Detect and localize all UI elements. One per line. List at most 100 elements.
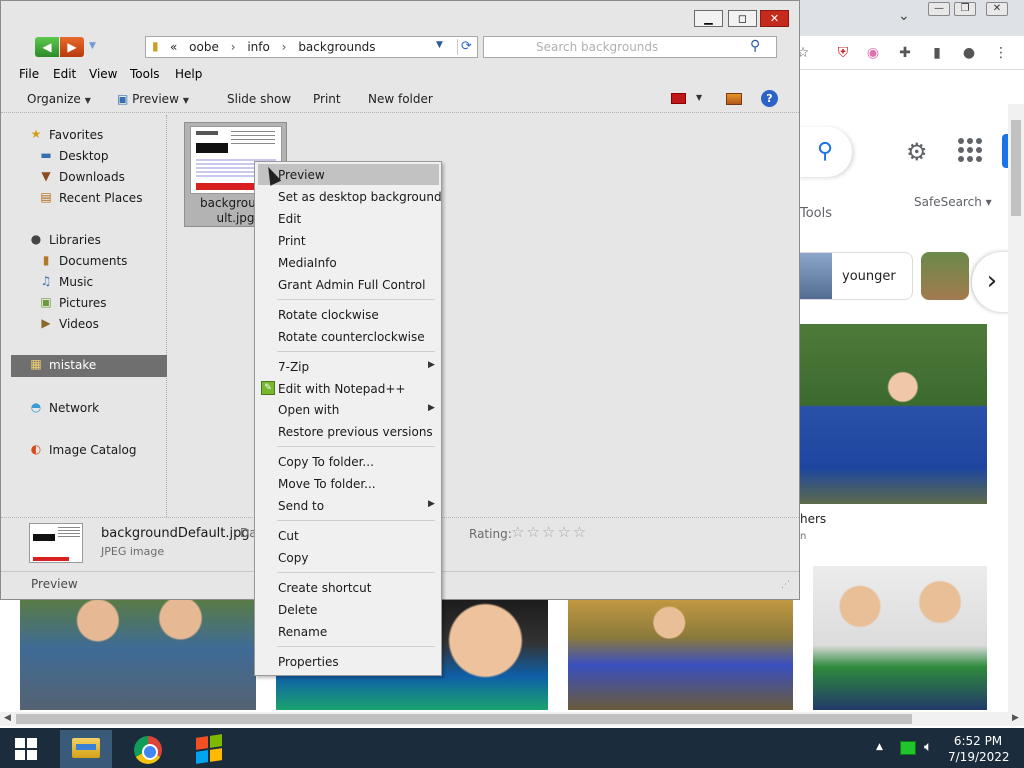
scroll-right-arrow-icon[interactable]: ▶ xyxy=(1012,713,1019,723)
nav-image-catalog[interactable]: ◐ Image Catalog xyxy=(11,440,166,460)
menu-item-create-shortcut[interactable]: Create shortcut xyxy=(258,577,439,598)
menu-item-rename[interactable]: Rename xyxy=(258,621,439,642)
menu-item-7zip[interactable]: 7-Zip ▶ xyxy=(258,356,439,377)
search-icon[interactable]: ⚲ xyxy=(750,38,760,54)
image-result[interactable] xyxy=(800,324,987,504)
show-hidden-icons-icon[interactable]: ▲ xyxy=(876,742,883,752)
profile-avatar-icon[interactable]: ● xyxy=(960,44,978,62)
chrome-menu-icon[interactable]: ⋮ xyxy=(992,44,1010,62)
chrome-minimize-button[interactable]: — xyxy=(928,2,950,16)
menu-item-restore-previous-versions[interactable]: Restore previous versions xyxy=(258,421,439,442)
view-dropdown-icon[interactable]: ▼ xyxy=(696,93,702,102)
menu-item-grant-admin[interactable]: Grant Admin Full Control xyxy=(258,274,439,295)
breadcrumb-oobe[interactable]: oobe xyxy=(189,40,219,54)
menu-item-rotate-clockwise[interactable]: Rotate clockwise xyxy=(258,304,439,325)
address-dropdown-icon[interactable]: ▼ xyxy=(436,40,443,50)
google-tools-link[interactable]: Tools xyxy=(800,206,832,221)
menu-tools[interactable]: Tools xyxy=(130,67,160,81)
menu-item-edit[interactable]: Edit xyxy=(258,208,439,229)
extension-shield-icon[interactable]: ⛨ xyxy=(834,44,852,62)
breadcrumb-overflow[interactable]: « xyxy=(170,40,177,54)
recent-pages-icon[interactable]: ▼ xyxy=(89,41,96,51)
related-search-chip[interactable]: younger xyxy=(800,252,913,300)
maximize-button[interactable]: ◻ xyxy=(728,10,757,27)
extensions-puzzle-icon[interactable]: ✚ xyxy=(896,44,914,62)
nav-pictures[interactable]: ▣ Pictures xyxy=(11,293,166,313)
scrollbar-thumb[interactable] xyxy=(16,714,912,724)
nav-homegroup[interactable]: ▦ mistake xyxy=(11,355,167,377)
chrome-maximize-button[interactable]: ❐ xyxy=(954,2,976,16)
menu-item-preview[interactable]: Preview xyxy=(258,164,439,185)
taskbar-chrome[interactable] xyxy=(122,730,174,768)
menu-edit[interactable]: Edit xyxy=(53,67,76,81)
start-button[interactable] xyxy=(15,738,37,760)
menu-item-properties[interactable]: Properties xyxy=(258,651,439,672)
refresh-icon[interactable]: ⟳ xyxy=(457,39,475,55)
taskbar-windows-app[interactable] xyxy=(184,730,236,768)
google-search-icon[interactable]: ⚲ xyxy=(798,127,852,177)
network-status-icon[interactable] xyxy=(900,741,916,755)
menu-item-move-to-folder[interactable]: Move To folder... xyxy=(258,473,439,494)
page-horizontal-scrollbar[interactable]: ◀ ▶ xyxy=(0,712,1024,726)
organize-button[interactable]: Organize ▼ xyxy=(27,92,91,106)
resize-grip-icon[interactable]: ⋰ xyxy=(781,580,790,590)
close-button[interactable]: ✕ xyxy=(760,10,789,27)
menu-item-send-to[interactable]: Send to ▶ xyxy=(258,495,439,516)
nav-libraries[interactable]: ● Libraries xyxy=(11,230,166,250)
search-box[interactable]: ⚲ xyxy=(483,36,777,58)
tab-search-chevron-icon[interactable]: ⌄ xyxy=(898,8,910,24)
side-panel-icon[interactable]: ▮ xyxy=(928,44,946,62)
menu-item-edit-notepad[interactable]: ✎ Edit with Notepad++ xyxy=(258,378,439,399)
breadcrumb-info[interactable]: info xyxy=(247,40,270,54)
back-arrow-icon[interactable]: ◀ xyxy=(35,37,59,57)
breadcrumb-backgrounds[interactable]: backgrounds xyxy=(298,40,375,54)
menu-item-mediainfo[interactable]: MediaInfo xyxy=(258,252,439,273)
nav-network[interactable]: ◓ Network xyxy=(11,398,166,418)
safesearch-dropdown[interactable]: SafeSearch ▾ xyxy=(914,195,992,209)
menu-item-copy[interactable]: Copy xyxy=(258,547,439,568)
nav-videos[interactable]: ▶ Videos xyxy=(11,314,166,334)
google-apps-icon[interactable] xyxy=(958,138,982,162)
page-vertical-scrollbar[interactable] xyxy=(1008,104,1024,712)
taskbar-file-explorer[interactable] xyxy=(60,730,112,768)
address-bar[interactable]: ▮ « oobe › info › backgrounds ▼ ⟳ xyxy=(145,36,478,58)
chrome-close-button[interactable]: ✕ xyxy=(986,2,1008,16)
search-input[interactable] xyxy=(484,37,744,57)
breadcrumb-separator-icon[interactable]: › xyxy=(282,40,287,54)
nav-favorites[interactable]: ★ Favorites xyxy=(11,125,166,145)
breadcrumb-separator-icon[interactable]: › xyxy=(231,40,236,54)
rating-stars-icon[interactable]: ☆☆☆☆☆ xyxy=(511,523,588,541)
forward-arrow-icon[interactable]: ▶ xyxy=(60,37,84,57)
change-view-icon[interactable] xyxy=(671,93,686,104)
extension-circle-icon[interactable]: ◉ xyxy=(864,44,882,62)
print-button[interactable]: Print xyxy=(313,92,341,106)
menu-item-delete[interactable]: Delete xyxy=(258,599,439,620)
scroll-left-arrow-icon[interactable]: ◀ xyxy=(4,713,11,723)
clock-time[interactable]: 6:52 PM xyxy=(950,734,1006,748)
slideshow-button[interactable]: Slide show xyxy=(227,92,291,106)
menu-item-open-with[interactable]: Open with ▶ xyxy=(258,399,439,420)
image-result-caption[interactable]: hers xyxy=(800,512,826,526)
related-search-chip-2[interactable] xyxy=(921,252,969,300)
help-icon[interactable]: ? xyxy=(761,90,778,107)
minimize-button[interactable]: ▁ xyxy=(694,10,723,27)
menu-view[interactable]: View xyxy=(89,67,117,81)
menu-item-copy-to-folder[interactable]: Copy To folder... xyxy=(258,451,439,472)
nav-music[interactable]: ♫ Music xyxy=(11,272,166,292)
image-result[interactable] xyxy=(568,598,793,710)
menu-file[interactable]: File xyxy=(19,67,39,81)
nav-downloads[interactable]: ▼ Downloads xyxy=(11,167,166,187)
preview-button[interactable]: ▣ Preview ▼ xyxy=(117,92,189,106)
clock-date[interactable]: 7/19/2022 xyxy=(948,750,1010,764)
nav-desktop[interactable]: ▬ Desktop xyxy=(11,146,166,166)
nav-documents[interactable]: ▮ Documents xyxy=(11,251,166,271)
explorer-title-bar[interactable]: ▁ ◻ ✕ xyxy=(1,1,799,33)
image-result[interactable] xyxy=(813,566,987,710)
chips-next-arrow-icon[interactable]: › xyxy=(972,252,1012,312)
menu-help[interactable]: Help xyxy=(175,67,202,81)
image-result[interactable] xyxy=(20,598,256,710)
new-folder-button[interactable]: New folder xyxy=(368,92,433,106)
menu-item-cut[interactable]: Cut xyxy=(258,525,439,546)
preview-pane-icon[interactable] xyxy=(726,93,742,105)
settings-gear-icon[interactable]: ⚙ xyxy=(906,138,928,166)
